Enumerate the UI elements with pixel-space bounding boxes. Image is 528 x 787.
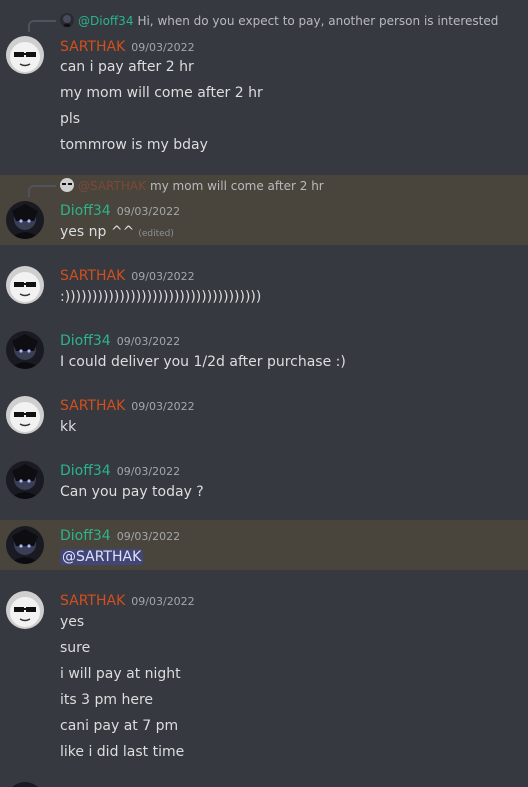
- message-group[interactable]: Dioff34 09/03/2022 Can you pay today ?: [0, 450, 528, 510]
- username[interactable]: Dioff34: [60, 203, 111, 219]
- message-text: kk: [60, 419, 77, 435]
- chat-messages[interactable]: @Dioff34 Hi, when do you expect to pay, a…: [0, 0, 528, 787]
- reply-username[interactable]: @SARTHAK: [78, 179, 146, 193]
- username[interactable]: SARTHAK: [60, 398, 125, 414]
- message-text: cani pay at 7 pm: [60, 718, 179, 734]
- avatar[interactable]: [6, 461, 44, 499]
- reply-avatar-icon: [60, 178, 74, 192]
- avatar[interactable]: [6, 591, 44, 629]
- message-text: pls: [60, 111, 81, 127]
- reply-spine: [28, 20, 56, 32]
- message-text: Can you pay today ?: [60, 484, 204, 500]
- timestamp: 09/03/2022: [116, 335, 181, 348]
- message-text: its 3 pm here: [60, 692, 154, 708]
- message-group-highlighted[interactable]: @SARTHAK my mom will come after 2 hr Diof…: [0, 175, 528, 245]
- reply-spine: [28, 185, 56, 197]
- message-text: I could deliver you 1/2d after purchase …: [60, 354, 346, 370]
- timestamp: 09/03/2022: [131, 270, 195, 283]
- message-group[interactable]: SARTHAK 09/03/2022 yes sure i will pay at…: [0, 580, 528, 770]
- reply-avatar-icon: [60, 13, 74, 27]
- message-text: like i did last time: [60, 744, 185, 760]
- username[interactable]: Dioff34: [60, 463, 111, 479]
- timestamp: 09/03/2022: [131, 400, 195, 413]
- timestamp: 09/03/2022: [131, 41, 195, 54]
- message-text: yes: [60, 614, 85, 630]
- username[interactable]: SARTHAK: [60, 593, 125, 609]
- message-group[interactable]: @Dioff34 Hi, when do you expect to pay, a…: [0, 0, 528, 170]
- avatar[interactable]: [6, 266, 44, 304]
- message-text: i will pay at night: [60, 666, 181, 682]
- message-header: SARTHAK 09/03/2022: [60, 395, 195, 415]
- message-header: Dioff34 09/03/2022: [60, 525, 180, 545]
- message-text: @SARTHAK: [60, 547, 144, 567]
- message-header: Dioff34 09/03/2022: [60, 460, 180, 480]
- message-group[interactable]: Dioff34 09/03/2022 I could deliver you 1/…: [0, 320, 528, 380]
- username[interactable]: SARTHAK: [60, 268, 125, 284]
- avatar[interactable]: [6, 396, 44, 434]
- message-text: yes np ^^ (edited): [60, 222, 174, 242]
- username[interactable]: Dioff34: [60, 528, 111, 544]
- timestamp: 09/03/2022: [116, 465, 181, 478]
- message-header: SARTHAK 09/03/2022: [60, 265, 195, 285]
- edited-marker: (edited): [138, 229, 174, 239]
- timestamp: 09/03/2022: [116, 205, 181, 218]
- message-header: SARTHAK 09/03/2022: [60, 36, 195, 56]
- avatar[interactable]: [6, 526, 44, 564]
- message-text: tommrow is my bday: [60, 137, 208, 153]
- reply-username[interactable]: @Dioff34: [78, 14, 133, 28]
- reply-text[interactable]: Hi, when do you expect to pay, another p…: [137, 14, 498, 28]
- reply-text[interactable]: my mom will come after 2 hr: [150, 179, 324, 193]
- avatar[interactable]: [6, 36, 44, 74]
- username[interactable]: Dioff34: [60, 333, 111, 349]
- message-header: Dioff34 09/03/2022: [60, 200, 180, 220]
- message-header: Dioff34 09/03/2022: [60, 330, 180, 350]
- message-group[interactable]: SARTHAK 09/03/2022 :)))))))))))))))))))))…: [0, 255, 528, 315]
- message-text: sure: [60, 640, 91, 656]
- timestamp: 09/03/2022: [116, 530, 181, 543]
- timestamp: 09/03/2022: [131, 595, 195, 608]
- message-text: can i pay after 2 hr: [60, 59, 194, 75]
- message-text-content: yes np ^^: [60, 224, 135, 240]
- message-group[interactable]: SARTHAK 09/03/2022 kk: [0, 385, 528, 445]
- message-text: my mom will come after 2 hr: [60, 85, 263, 101]
- message-text: :)))))))))))))))))))))))))))))))))))): [60, 289, 262, 305]
- avatar[interactable]: [6, 201, 44, 239]
- message-header: SARTHAK 09/03/2022: [60, 590, 195, 610]
- username[interactable]: SARTHAK: [60, 39, 125, 55]
- user-mention[interactable]: @SARTHAK: [60, 549, 144, 565]
- avatar[interactable]: [6, 782, 44, 787]
- message-group-highlighted[interactable]: Dioff34 09/03/2022 @SARTHAK: [0, 520, 528, 570]
- avatar[interactable]: [6, 331, 44, 369]
